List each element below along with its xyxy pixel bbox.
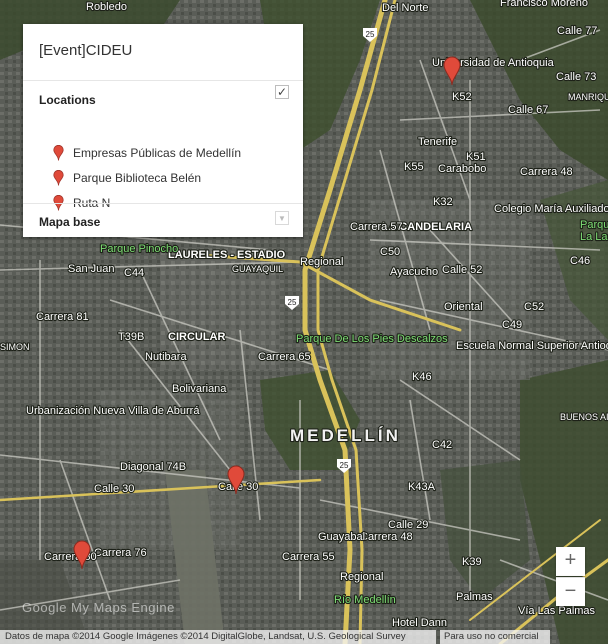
chevron-down-icon: ▼ xyxy=(278,214,286,223)
label-nutibara: Nutibara xyxy=(145,351,187,363)
label-rio-medellin: Río Medellín xyxy=(334,594,396,606)
label-k52: K52 xyxy=(452,91,472,103)
label-k32: K32 xyxy=(433,196,453,208)
terms-link[interactable]: Para uso no comercial xyxy=(440,630,550,644)
label-c42: C42 xyxy=(432,439,452,451)
map-legend-panel: [Event]CIDEU Locations ✓ Empresas Públic… xyxy=(23,24,303,237)
label-oriental: Oriental xyxy=(444,301,483,313)
label-diagonal74b: Diagonal 74B xyxy=(120,461,186,473)
map-title: [Event]CIDEU xyxy=(39,42,133,59)
label-c52: C52 xyxy=(524,301,544,313)
label-parque: Parque xyxy=(580,219,608,231)
divider xyxy=(23,203,303,204)
label-calle77: Calle 77 xyxy=(557,25,597,37)
label-hotel-dann: Hotel Dann xyxy=(392,617,447,629)
base-map-expand-button[interactable]: ▼ xyxy=(275,211,289,225)
label-manrique: MANRIQUE xyxy=(568,92,608,102)
layer-visibility-checkbox[interactable]: ✓ xyxy=(275,85,289,99)
label-del-norte: Del Norte xyxy=(382,2,428,14)
label-c44: C44 xyxy=(124,267,144,279)
divider xyxy=(23,80,303,81)
label-la-ladera: La Lad xyxy=(580,231,608,243)
checkmark-icon: ✓ xyxy=(276,85,288,99)
svg-text:25: 25 xyxy=(340,461,349,470)
label-ayacucho: Ayacucho xyxy=(390,266,438,278)
google-maps-engine-logo: Google My Maps Engine xyxy=(22,600,175,615)
label-san-juan: San Juan xyxy=(68,263,114,275)
label-k39: K39 xyxy=(462,556,482,568)
label-simon: SIMON xyxy=(0,342,30,352)
label-colegio-maria: Colegio María Auxiliadora xyxy=(494,203,608,215)
label-urbanizacion: Urbanización Nueva Villa de Aburrá xyxy=(26,405,200,417)
label-medellin: MEDELLÍN xyxy=(290,426,401,445)
svg-text:25: 25 xyxy=(288,298,297,307)
label-calle52: Calle 52 xyxy=(442,264,482,276)
label-calle67: Calle 67 xyxy=(508,104,548,116)
label-carrera48b: Carrera 48 xyxy=(520,166,573,178)
label-carrera57: Carrera 57 xyxy=(350,221,403,233)
label-via-palmas: Vía Las Palmas xyxy=(518,605,596,617)
label-t39b: T39B xyxy=(118,331,144,343)
label-calle29: Calle 29 xyxy=(388,519,428,531)
label-carabobo: Carabobo xyxy=(438,163,486,175)
location-label: Parque Biblioteca Belén xyxy=(73,171,202,185)
label-regional2: Regional xyxy=(340,571,383,583)
label-francisco: Francisco Moreno xyxy=(500,0,588,9)
svg-text:25: 25 xyxy=(366,30,375,39)
label-guayaquil: GUAYAQUIL xyxy=(232,264,283,274)
label-tenerife: Tenerife xyxy=(418,136,457,148)
label-pinocho: Parque Pinocho xyxy=(100,243,178,255)
label-k55: K55 xyxy=(404,161,424,173)
map-attribution: Datos de mapa ©2014 Google Imágenes ©201… xyxy=(0,630,436,644)
label-carrera65: Carrera 65 xyxy=(258,351,311,363)
zoom-in-button[interactable]: + xyxy=(556,547,585,576)
label-carrera76: Carrera 76 xyxy=(94,547,147,559)
label-k43a: K43A xyxy=(408,481,436,493)
base-map-heading[interactable]: Mapa base xyxy=(39,215,100,229)
label-bolivariana: Bolivariana xyxy=(172,383,227,395)
label-calle30: Calle 30 xyxy=(94,483,134,495)
map-pin-icon xyxy=(53,170,64,186)
label-carrera48: Carrera 48 xyxy=(360,531,413,543)
location-item[interactable]: Parque Biblioteca Belén xyxy=(53,169,201,187)
label-carrera55: Carrera 55 xyxy=(282,551,335,563)
map-pin-icon xyxy=(53,145,64,161)
label-laureles: LAURELES - ESTADIO xyxy=(168,249,286,261)
label-c49: C49 xyxy=(502,319,522,331)
map-marker-biblioteca-belen[interactable] xyxy=(227,465,245,495)
label-regional: Regional xyxy=(300,256,343,268)
map-marker-ruta-n[interactable] xyxy=(73,540,91,570)
label-escuela-normal: Escuela Normal Superior Antioquia xyxy=(456,340,608,352)
label-calle73: Calle 73 xyxy=(556,71,596,83)
label-pies-descalzos: Parque De Los Pies Descalzos xyxy=(296,333,448,345)
label-c46: C46 xyxy=(570,255,590,267)
label-k51: K51 xyxy=(466,151,486,163)
label-k46: K46 xyxy=(412,371,432,383)
zoom-out-button[interactable]: − xyxy=(556,577,585,606)
label-palmas: Palmas xyxy=(456,591,493,603)
label-robledo: Robledo xyxy=(86,1,127,13)
label-guayabal: Guayabal xyxy=(318,531,365,543)
label-buenos-aires: BUENOS AIRES xyxy=(560,412,608,422)
map-marker-empresas-publicas[interactable] xyxy=(443,56,461,86)
location-item[interactable]: Empresas Públicas de Medellín xyxy=(53,144,241,162)
label-c50: C50 xyxy=(380,246,400,258)
locations-heading: Locations xyxy=(39,93,96,107)
label-circular: CIRCULAR xyxy=(168,331,225,343)
label-carrera81: Carrera 81 xyxy=(36,311,89,323)
location-label: Empresas Públicas de Medellín xyxy=(73,146,242,160)
